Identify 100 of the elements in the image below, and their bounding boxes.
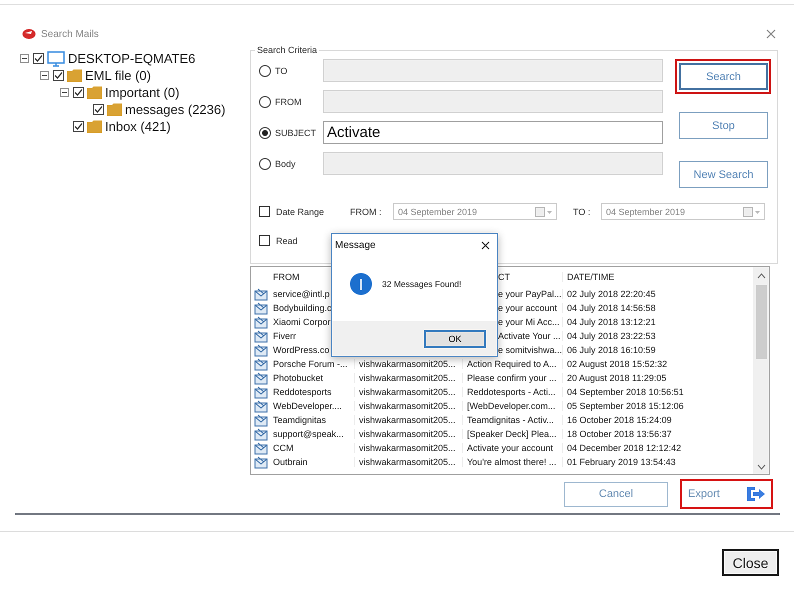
check-icon [94,105,103,114]
date-picker[interactable]: 04 September 2019 [393,203,557,220]
table-cell: CCM [273,443,294,453]
table-cell: vishwakarmasomit205... [359,415,456,425]
mail-icon [254,288,268,300]
check-icon [74,122,83,131]
expander-icon[interactable] [60,88,71,97]
checkbox[interactable] [93,104,104,115]
table-cell: Reddotesports - Acti... [467,387,556,397]
checkbox-label: Date Range [276,206,326,216]
button[interactable]: New Search [679,161,768,188]
scrollbar[interactable] [753,267,769,474]
field-label: SUBJECT [275,128,318,138]
checkbox-label: Read [276,236,298,246]
table-cell: Bodybuilding.c [273,303,332,313]
field-label: Body [275,158,297,168]
table-cell: vishwakarmasomit205... [359,457,456,467]
table-cell: 05 September 2018 15:12:06 [567,401,684,411]
table-cell: Porsche Forum -... [273,359,348,369]
column-header[interactable]: DATE/TIME [567,272,614,282]
date-picker[interactable]: 04 September 2019 [601,203,765,220]
table-cell: Fiverr [273,331,296,341]
close-button[interactable] [481,240,490,250]
dialog-message: 32 Messages Found! [382,278,462,288]
table-cell: 01 February 2019 13:54:43 [567,457,676,467]
column-header[interactable]: FROM [273,272,300,282]
folder-icon [87,120,102,133]
table-cell: 18 October 2018 13:56:37 [567,429,672,439]
column-header[interactable]: CT [498,272,510,282]
expander-icon[interactable] [20,54,31,63]
table-cell: Xiaomi Corpor [273,317,331,327]
tree-item[interactable]: Important (0) [105,85,180,100]
table-cell: Action Required to A... [467,359,557,369]
mail-icon [254,372,268,384]
table-cell: 04 July 2018 14:56:58 [567,303,656,313]
table-cell: Teamdignitas - Activ... [467,415,554,425]
expander-icon[interactable] [40,71,51,80]
checkbox[interactable] [259,235,270,246]
tree-item[interactable]: messages (2236) [125,102,226,117]
scroll-up-icon [756,273,766,279]
date-value: 04 September 2019 [606,206,686,216]
table-cell: support@speak... [273,429,344,439]
table-cell: 04 September 2018 10:56:51 [567,387,684,397]
table-cell: Reddotesports [273,387,332,397]
export-icon [746,486,766,502]
mail-icon [254,442,268,454]
field-label: TO [275,66,288,76]
table-cell: e your PayPal... [498,289,562,299]
button[interactable]: Stop [679,112,768,139]
mail-icon [254,456,268,468]
table-cell: 04 July 2018 13:12:21 [567,317,656,327]
check-icon [34,54,43,63]
button[interactable]: Search [679,63,768,90]
check-icon [74,88,83,97]
minus-icon [40,71,49,80]
table-cell: vishwakarmasomit205... [359,359,456,369]
table-cell: 16 October 2018 15:24:09 [567,415,672,425]
ok-button[interactable]: OK [424,330,486,348]
dialog-title: Message [335,240,376,250]
checkbox[interactable] [73,121,84,132]
minus-icon [60,88,69,97]
tree-item[interactable]: EML file (0) [85,68,151,83]
table-cell: Photobucket [273,373,324,383]
mail-icon [254,400,268,412]
checkbox[interactable] [33,53,44,64]
table-cell: e somitvishwa... [498,345,562,355]
table-cell: vishwakarmasomit205... [359,443,456,453]
table-cell: vishwakarmasomit205... [359,387,456,397]
folder-icon [67,69,82,82]
mail-icon [254,428,268,440]
table-cell: WordPress.co [273,345,330,355]
table-cell: Please confirm your ... [467,373,557,383]
mail-icon [254,316,268,328]
table-cell: [Speaker Deck] Plea... [467,429,557,439]
table-cell: Activate your account [467,443,554,453]
table-cell: 02 August 2018 15:52:32 [567,359,668,369]
mail-icon [254,414,268,426]
minus-icon [20,54,29,63]
tree-item[interactable]: DESKTOP-EQMATE6 [68,51,196,66]
checkbox[interactable] [73,87,84,98]
mail-icon [254,386,268,398]
close-icon [481,240,490,250]
tree-item[interactable]: Inbox (421) [105,119,171,134]
mail-icon [254,302,268,314]
checkbox[interactable] [53,70,64,81]
table-cell: 04 December 2018 12:12:42 [567,443,682,453]
close-button[interactable]: Close [722,549,779,576]
close-icon [766,29,776,39]
info-icon [350,272,372,294]
table-cell: vishwakarmasomit205... [359,373,456,383]
window-title: Search Mails [41,28,100,40]
table-cell: 02 July 2018 22:20:45 [567,289,656,299]
table-cell: Teamdignitas [273,415,326,425]
text-field[interactable]: Activate [323,121,663,144]
scroll-thumb[interactable] [756,285,766,359]
table-cell: vishwakarmasomit205... [359,429,456,439]
field-label: FROM [275,96,302,106]
radio-button[interactable] [259,126,271,138]
calendar-icon [743,206,761,216]
checkbox[interactable] [259,206,270,217]
